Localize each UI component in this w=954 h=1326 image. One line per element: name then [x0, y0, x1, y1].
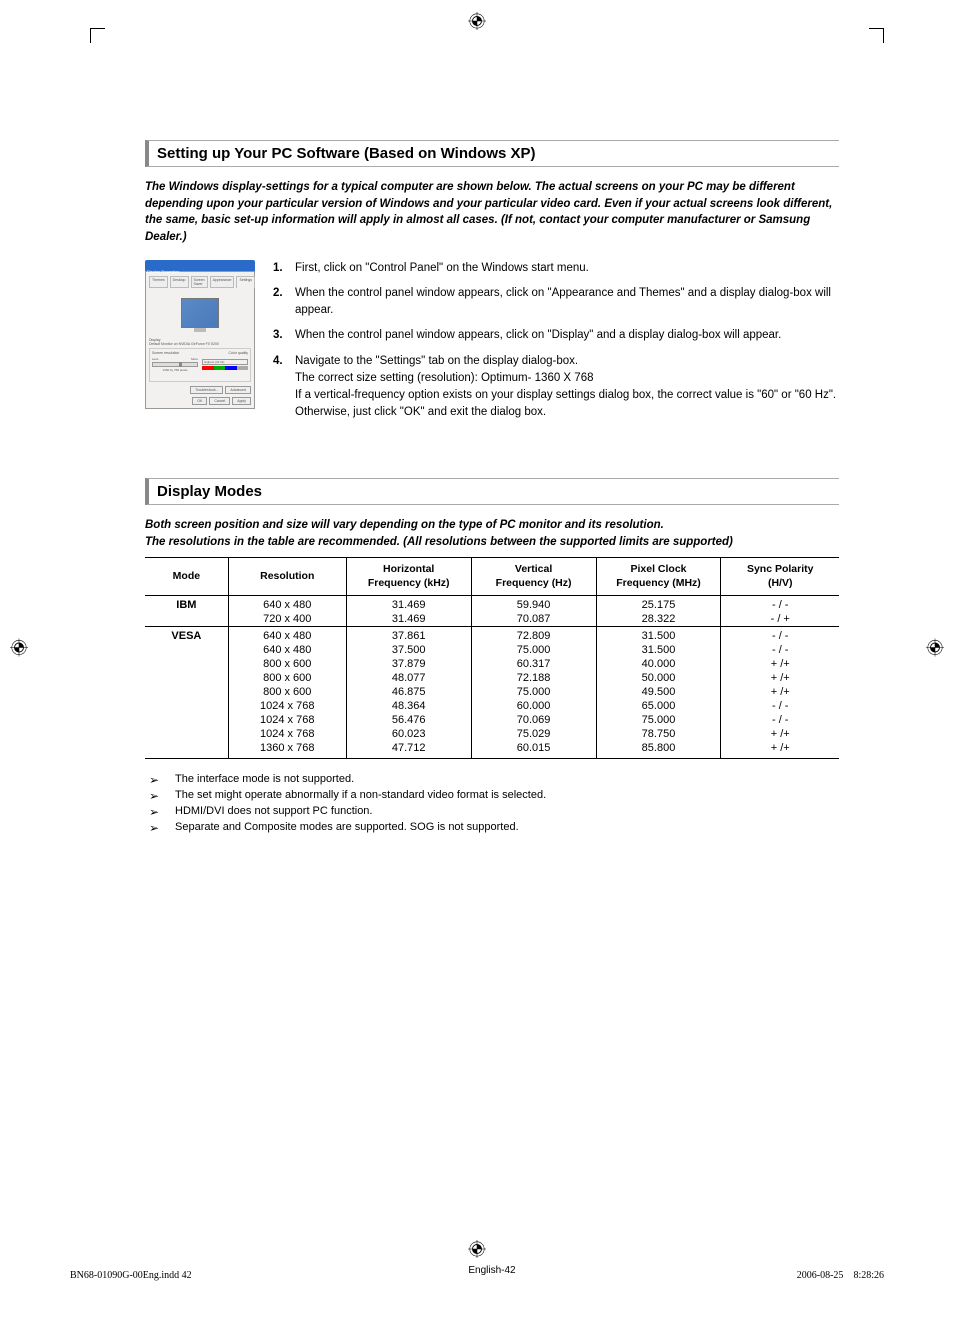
- note-item: ➢The set might operate abnormally if a n…: [145, 789, 839, 803]
- crop-mark: [869, 28, 884, 43]
- footer-file: BN68-01090G-00Eng.indd 42: [70, 1270, 192, 1281]
- table-row: 1024 x 76856.47670.06975.000- / -: [145, 713, 839, 727]
- table-row: 1024 x 76860.02375.02978.750+ /+: [145, 727, 839, 741]
- setup-step: 1.First, click on "Control Panel" on the…: [273, 260, 839, 277]
- table-row: 640 x 48037.50075.00031.500- / -: [145, 643, 839, 657]
- setup-step: 4.Navigate to the "Settings" tab on the …: [273, 353, 839, 422]
- setup-steps-list: 1.First, click on "Control Panel" on the…: [273, 260, 839, 430]
- setup-step: 2.When the control panel window appears,…: [273, 285, 839, 320]
- registration-mark-bottom: [468, 1240, 486, 1263]
- display-modes-table: Mode Resolution Horizontal Frequency (kH…: [145, 557, 839, 759]
- col-sync: Sync Polarity(H/V): [721, 558, 839, 596]
- display-modes-notes: ➢The interface mode is not supported. ➢Th…: [145, 773, 839, 835]
- registration-mark-right: [926, 638, 944, 661]
- note-arrow-icon: ➢: [145, 805, 175, 819]
- note-arrow-icon: ➢: [145, 789, 175, 803]
- note-item: ➢HDMI/DVI does not support PC function.: [145, 805, 839, 819]
- note-arrow-icon: ➢: [145, 773, 175, 787]
- display-modes-intro: Both screen position and size will vary …: [145, 517, 839, 552]
- registration-mark-top: [468, 12, 486, 35]
- table-row: 1024 x 76848.36460.00065.000- / -: [145, 699, 839, 713]
- registration-mark-left: [10, 638, 28, 661]
- display-properties-dialog-illustration: Display Properties Themes Desktop Screen…: [145, 260, 255, 390]
- col-mode: Mode: [145, 558, 228, 596]
- table-row: 800 x 60048.07772.18850.000+ /+: [145, 671, 839, 685]
- table-row: 720 x 40031.46970.08728.322- / +: [145, 612, 839, 627]
- table-row: 800 x 60037.87960.31740.000+ /+: [145, 657, 839, 671]
- footer-date: 2006-08-25: [797, 1270, 844, 1281]
- col-resolution: Resolution: [228, 558, 346, 596]
- table-row: IBM640 x 48031.46959.94025.175- / -: [145, 596, 839, 613]
- col-hfreq: Horizontal Frequency (kHz): [346, 558, 471, 596]
- setup-step: 3.When the control panel window appears,…: [273, 327, 839, 344]
- note-item: ➢Separate and Composite modes are suppor…: [145, 821, 839, 835]
- col-pclk: Pixel Clock Frequency (MHz): [596, 558, 721, 596]
- footer-time: 8:28:26: [853, 1270, 884, 1281]
- section-heading-display-modes: Display Modes: [145, 478, 839, 505]
- setup-intro-text: The Windows display-settings for a typic…: [145, 179, 839, 246]
- table-row: 800 x 60046.87575.00049.500+ /+: [145, 685, 839, 699]
- print-footer: BN68-01090G-00Eng.indd 42 2006-08-25 8:2…: [70, 1270, 884, 1281]
- table-row: VESA640 x 48037.86172.80931.500- / -: [145, 627, 839, 644]
- crop-mark: [90, 28, 105, 43]
- note-arrow-icon: ➢: [145, 821, 175, 835]
- col-vfreq: Vertical Frequency (Hz): [471, 558, 596, 596]
- note-item: ➢The interface mode is not supported.: [145, 773, 839, 787]
- table-row: 1360 x 76847.71260.01585.800+ /+: [145, 741, 839, 759]
- section-heading-setup: Setting up Your PC Software (Based on Wi…: [145, 140, 839, 167]
